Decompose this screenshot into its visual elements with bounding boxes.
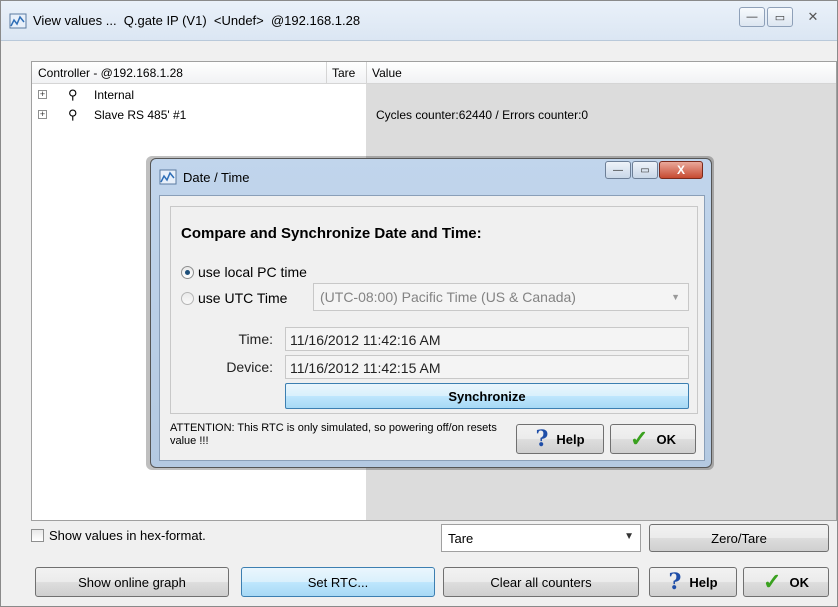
expand-icon[interactable]: + [38, 90, 47, 99]
minimize-button[interactable]: — [739, 7, 765, 27]
dialog-ok-button[interactable]: ✓ OK [610, 424, 696, 454]
ok-button[interactable]: ✓ OK [743, 567, 829, 597]
gauge-app-icon [159, 169, 177, 185]
pc-time-value: 11/16/2012 11:42:16 AM [290, 332, 441, 348]
dialog-heading: Compare and Synchronize Date and Time: [181, 225, 482, 242]
checkmark-icon: ✓ [763, 569, 782, 594]
synchronize-button[interactable]: Synchronize [285, 383, 689, 409]
checkmark-icon: ✓ [630, 426, 649, 451]
close-button[interactable]: ✕ [795, 7, 831, 27]
show-graph-label: Show online graph [78, 574, 186, 590]
dialog-title: Date / Time [183, 170, 250, 185]
window-title-bar[interactable]: View values ... Q.gate IP (V1) <Undef> @… [1, 1, 837, 41]
window-controls: — ▭ ✕ [737, 7, 831, 27]
help-icon: ? [535, 426, 549, 452]
tree-row-label: Slave RS 485' #1 [94, 108, 187, 122]
device-label: Device: [226, 359, 273, 375]
dialog-minimize-button[interactable]: — [605, 161, 631, 179]
radio-utc-label: use UTC Time [198, 290, 288, 306]
plug-icon: ⚲ [68, 107, 78, 122]
timezone-value: (UTC-08:00) Pacific Time (US & Canada) [320, 289, 576, 305]
radio-utc-indicator[interactable] [181, 291, 194, 305]
zero-tare-label: Zero/Tare [711, 530, 767, 546]
dialog-title-bar[interactable]: Date / Time — ▭ X [151, 159, 711, 193]
hex-format-label: Show values in hex-format. [49, 527, 206, 543]
hex-format-checkbox[interactable] [31, 528, 44, 542]
dialog-close-button[interactable]: X [659, 161, 703, 179]
column-divider[interactable] [326, 62, 327, 84]
dropdown-arrow-icon[interactable]: ▼ [671, 292, 680, 302]
window-title: View values ... Q.gate IP (V1) <Undef> @… [33, 13, 361, 28]
dialog-body: Compare and Synchronize Date and Time: u… [159, 195, 705, 461]
device-time-value: 11/16/2012 11:42:15 AM [290, 360, 441, 376]
radio-utc-time[interactable]: use UTC Time [181, 289, 287, 307]
tree-row-internal[interactable]: + ⚲ Internal [32, 86, 362, 104]
column-divider[interactable] [366, 62, 367, 84]
radio-local-label: use local PC time [198, 264, 307, 280]
clear-counters-button[interactable]: Clear all counters [443, 567, 639, 597]
tare-select[interactable]: Tare ▼ [441, 524, 641, 552]
synchronize-label: Synchronize [448, 388, 526, 404]
set-rtc-button[interactable]: Set RTC... [241, 567, 435, 597]
slave-value-text: Cycles counter:62440 / Errors counter:0 [376, 108, 589, 122]
help-button[interactable]: ? Help [649, 567, 737, 597]
time-label: Time: [238, 331, 273, 347]
tree-row-label: Internal [94, 88, 135, 102]
tare-select-value: Tare [448, 531, 474, 546]
zero-tare-button[interactable]: Zero/Tare [649, 524, 829, 552]
timezone-select[interactable]: (UTC-08:00) Pacific Time (US & Canada) ▼ [313, 283, 689, 311]
column-header-value[interactable]: Value [372, 66, 402, 80]
set-rtc-label: Set RTC... [307, 574, 369, 590]
radio-local-pc-time[interactable]: use local PC time [181, 263, 307, 281]
plug-icon: ⚲ [68, 87, 78, 102]
ok-label: OK [789, 574, 809, 590]
radio-local-indicator[interactable] [181, 265, 194, 279]
column-header-controller[interactable]: Controller - @192.168.1.28 [38, 66, 183, 80]
gauge-app-icon [9, 13, 27, 29]
clear-counters-label: Clear all counters [490, 574, 592, 590]
tree-row-slave[interactable]: + ⚲ Slave RS 485' #1 [32, 106, 362, 124]
device-time-field: 11/16/2012 11:42:15 AM [285, 355, 689, 379]
hex-format-checkbox-row[interactable]: Show values in hex-format. [31, 526, 206, 544]
show-online-graph-button[interactable]: Show online graph [35, 567, 229, 597]
help-label: Help [689, 574, 718, 590]
dialog-window-controls: — ▭ X [604, 161, 703, 179]
help-icon: ? [668, 569, 682, 595]
dialog-ok-label: OK [656, 431, 676, 447]
column-header-tare[interactable]: Tare [332, 66, 355, 80]
maximize-button[interactable]: ▭ [767, 7, 793, 27]
dialog-maximize-button[interactable]: ▭ [632, 161, 658, 179]
dialog-help-button[interactable]: ? Help [516, 424, 604, 454]
column-header-row: Controller - @192.168.1.28 Tare Value [32, 62, 836, 84]
attention-text: ATTENTION: This RTC is only simulated, s… [170, 422, 497, 447]
expand-icon[interactable]: + [38, 110, 47, 119]
sync-group-box: Compare and Synchronize Date and Time: u… [170, 206, 698, 414]
pc-time-field: 11/16/2012 11:42:16 AM [285, 327, 689, 351]
date-time-dialog: Date / Time — ▭ X Compare and Synchroniz… [150, 158, 712, 468]
dropdown-arrow-icon[interactable]: ▼ [624, 531, 634, 542]
dialog-help-label: Help [556, 431, 585, 447]
